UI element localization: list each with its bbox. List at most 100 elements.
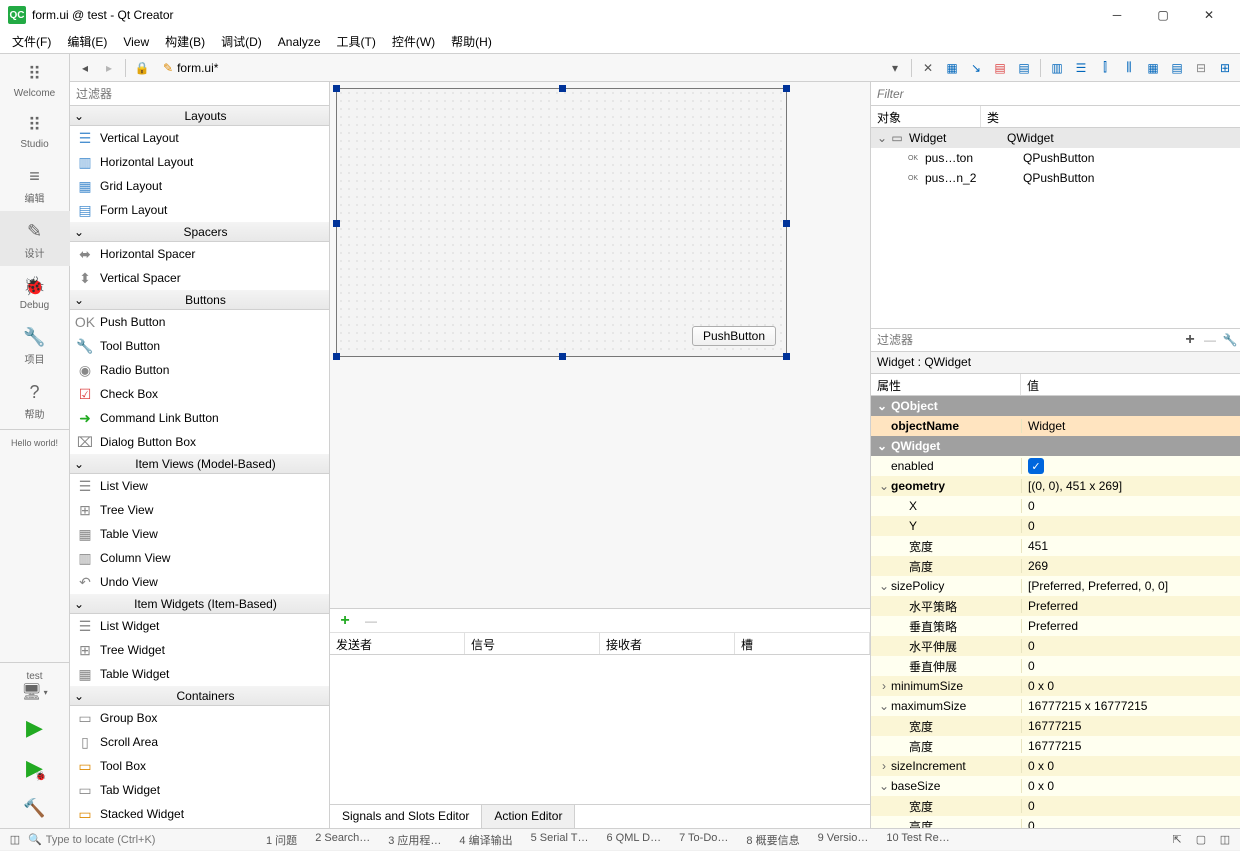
output-tab[interactable]: 7 To-Do… <box>673 830 734 850</box>
property-group[interactable]: ⌄QWidget <box>871 436 1240 456</box>
close-button[interactable]: ✕ <box>1186 0 1232 30</box>
output-tab[interactable]: 2 Search… <box>309 830 376 850</box>
form-canvas[interactable]: PushButton <box>330 82 870 608</box>
widget-item[interactable]: ▤Form Layout <box>70 198 329 222</box>
signals-col-header[interactable]: 信号 <box>465 633 600 654</box>
tab-dropdown-icon[interactable]: ▾ <box>884 57 906 79</box>
mode-项目[interactable]: 🔧项目 <box>0 317 70 372</box>
maximize-button[interactable]: ▢ <box>1140 0 1186 30</box>
prop-col-header[interactable]: 属性 <box>871 374 1021 395</box>
widget-category[interactable]: ⌄Layouts <box>70 106 329 126</box>
resize-handle[interactable] <box>559 85 566 92</box>
property-row[interactable]: ›sizeIncrement0 x 0 <box>871 756 1240 776</box>
add-property-button[interactable]: + <box>1180 330 1200 350</box>
menu-item[interactable]: 编辑(E) <box>59 30 115 53</box>
layout-vsplit-icon[interactable]: ⫼ <box>1118 57 1140 79</box>
sidebar-toggle-icon[interactable]: ◫ <box>4 829 26 851</box>
object-inspector-tree[interactable]: ⌄▭WidgetQWidgetOKpus…tonQPushButtonOKpus… <box>871 128 1240 328</box>
widgetbox-filter[interactable] <box>70 82 329 106</box>
mode-welcome[interactable]: ⠿Welcome <box>0 54 70 105</box>
property-row[interactable]: 宽度0 <box>871 796 1240 816</box>
prop-col-header[interactable]: 值 <box>1021 374 1045 395</box>
widget-item[interactable]: ▭Tool Box <box>70 754 329 778</box>
layout-form-icon[interactable]: ▤ <box>1166 57 1188 79</box>
editor-tab[interactable]: ✎form.ui* <box>155 59 226 77</box>
widget-item[interactable]: ⬍Vertical Spacer <box>70 266 329 290</box>
property-row[interactable]: 宽度451 <box>871 536 1240 556</box>
menu-item[interactable]: 控件(W) <box>384 30 443 53</box>
widget-item[interactable]: ↶Undo View <box>70 570 329 594</box>
obj-col-header[interactable]: 类 <box>981 106 1005 127</box>
menu-item[interactable]: 构建(B) <box>157 30 213 53</box>
adjust-size-icon[interactable]: ⊞ <box>1214 57 1236 79</box>
property-row[interactable]: 水平伸展0 <box>871 636 1240 656</box>
widget-item[interactable]: ☑Check Box <box>70 382 329 406</box>
property-row[interactable]: ›minimumSize0 x 0 <box>871 676 1240 696</box>
object-filter-input[interactable] <box>871 82 1240 105</box>
property-row[interactable]: Y0 <box>871 516 1240 536</box>
widget-category[interactable]: ⌄Containers <box>70 686 329 706</box>
debug-run-button[interactable]: ▶🐞 <box>0 748 70 788</box>
menu-item[interactable]: 帮助(H) <box>443 30 500 53</box>
widget-item[interactable]: ▥Column View <box>70 546 329 570</box>
widget-item[interactable]: ▭Stacked Widget <box>70 802 329 826</box>
widget-item[interactable]: ⊞Tree Widget <box>70 638 329 662</box>
output-tab[interactable]: 10 Test Re… <box>880 830 955 850</box>
object-tree-row[interactable]: OKpus…tonQPushButton <box>871 148 1240 168</box>
property-row[interactable]: 垂直伸展0 <box>871 656 1240 676</box>
property-row[interactable]: ⌄sizePolicy[Preferred, Preferred, 0, 0] <box>871 576 1240 596</box>
output-popup-icon[interactable]: ⇱ <box>1166 829 1188 851</box>
widget-category[interactable]: ⌄Item Views (Model-Based) <box>70 454 329 474</box>
widget-item[interactable]: ▭Frame <box>70 826 329 828</box>
property-filter-input[interactable] <box>871 329 1180 351</box>
resize-handle[interactable] <box>783 85 790 92</box>
property-row[interactable]: ⌄geometry[(0, 0), 451 x 269] <box>871 476 1240 496</box>
layout-hsplit-icon[interactable]: ⫿ <box>1094 57 1116 79</box>
resize-handle[interactable] <box>783 353 790 360</box>
resize-handle[interactable] <box>333 85 340 92</box>
close-tab-icon[interactable]: ✕ <box>917 57 939 79</box>
output-tab[interactable]: 8 概要信息 <box>740 830 805 850</box>
widget-item[interactable]: ➜Command Link Button <box>70 406 329 430</box>
signals-col-header[interactable]: 槽 <box>735 633 870 654</box>
edit-buddies-icon[interactable]: ▤ <box>989 57 1011 79</box>
resize-handle[interactable] <box>333 220 340 227</box>
mode-studio[interactable]: ⠿Studio <box>0 105 70 156</box>
widget-item[interactable]: ☰Vertical Layout <box>70 126 329 150</box>
remove-signal-button[interactable]: — <box>360 610 382 632</box>
output-tab[interactable]: 9 Versio… <box>812 830 875 850</box>
layout-grid-icon[interactable]: ▦ <box>1142 57 1164 79</box>
output-tab[interactable]: 3 应用程… <box>382 830 447 850</box>
test-kit-selector[interactable]: test 🖥▾ <box>0 665 70 708</box>
resize-handle[interactable] <box>559 353 566 360</box>
property-row[interactable]: 垂直策略Preferred <box>871 616 1240 636</box>
widget-item[interactable]: ▭Group Box <box>70 706 329 730</box>
layout-v-icon[interactable]: ☰ <box>1070 57 1092 79</box>
menu-item[interactable]: 文件(F) <box>4 30 59 53</box>
bottom-tab[interactable]: Signals and Slots Editor <box>330 805 482 828</box>
signals-table-body[interactable] <box>330 655 870 804</box>
widget-item[interactable]: ▦Table View <box>70 522 329 546</box>
property-row[interactable]: objectNameWidget <box>871 416 1240 436</box>
mode-设计[interactable]: ✎设计 <box>0 211 70 266</box>
close-output-icon[interactable]: ▢ <box>1190 829 1212 851</box>
property-row[interactable]: 宽度16777215 <box>871 716 1240 736</box>
widget-item[interactable]: 🔧Tool Button <box>70 334 329 358</box>
right-sidebar-toggle-icon[interactable]: ◫ <box>1214 829 1236 851</box>
property-row[interactable]: 高度0 <box>871 816 1240 828</box>
widget-item[interactable]: ▦Grid Layout <box>70 174 329 198</box>
locator-input[interactable] <box>46 834 216 846</box>
nav-fwd-icon[interactable]: ▸ <box>98 57 120 79</box>
output-tab[interactable]: 1 问题 <box>260 830 303 850</box>
mode-帮助[interactable]: ?帮助 <box>0 372 70 427</box>
widget-item[interactable]: ▥Horizontal Layout <box>70 150 329 174</box>
widgetbox-filter-input[interactable] <box>70 82 329 105</box>
lock-icon[interactable]: 🔒 <box>131 57 153 79</box>
remove-property-button[interactable]: — <box>1200 330 1220 350</box>
widget-item[interactable]: OKPush Button <box>70 310 329 334</box>
property-row[interactable]: ⌄baseSize0 x 0 <box>871 776 1240 796</box>
widget-item[interactable]: ▦Table Widget <box>70 662 329 686</box>
signals-col-header[interactable]: 接收者 <box>600 633 735 654</box>
widget-category[interactable]: ⌄Spacers <box>70 222 329 242</box>
widget-category[interactable]: ⌄Buttons <box>70 290 329 310</box>
